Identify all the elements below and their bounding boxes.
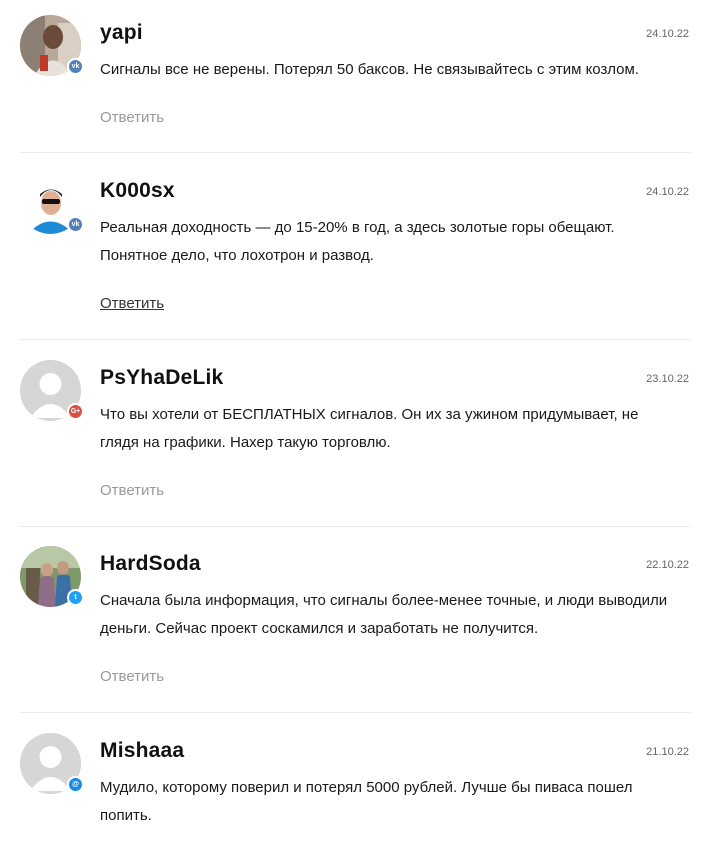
- comment-divider: [20, 712, 691, 713]
- comment-divider: [20, 152, 691, 153]
- comment-date: 24.10.22: [646, 186, 689, 198]
- comment-item: vk yapi 24.10.22 Сигналы все не верены. …: [0, 0, 715, 153]
- avatar[interactable]: G+: [20, 360, 84, 421]
- reply-button[interactable]: Ответить: [100, 668, 164, 685]
- comment-date: 21.10.22: [646, 746, 689, 758]
- comment-text: Сигналы все не верены. Потерял 50 баксов…: [100, 61, 639, 78]
- comment-author[interactable]: PsYhaDeLik: [100, 366, 223, 390]
- avatar[interactable]: t: [20, 546, 84, 607]
- comment-date: 22.10.22: [646, 559, 689, 571]
- comment-text: Реальная доходность — до 15-20% в год, а…: [100, 219, 615, 264]
- comment-item: vk K000sx 24.10.22 Реальная доходность —…: [0, 158, 715, 340]
- comment-text: Что вы хотели от БЕСПЛАТНЫХ сигналов. Он…: [100, 406, 639, 451]
- avatar[interactable]: @: [20, 733, 84, 794]
- comment-author[interactable]: yapi: [100, 21, 143, 45]
- comment-divider: [20, 526, 691, 527]
- comment-author[interactable]: HardSoda: [100, 552, 201, 576]
- mail-icon: @: [67, 776, 84, 793]
- comment-date: 23.10.22: [646, 373, 689, 385]
- comment-date: 24.10.22: [646, 28, 689, 40]
- comment-item: @ Mishaaa 21.10.22 Мудило, которому пове…: [0, 718, 715, 841]
- twitter-icon: t: [67, 589, 84, 606]
- comment-author[interactable]: K000sx: [100, 179, 175, 203]
- comment-text: Сначала была информация, что сигналы бол…: [100, 592, 668, 637]
- avatar[interactable]: vk: [20, 173, 84, 234]
- google-plus-icon: G+: [67, 403, 84, 420]
- avatar[interactable]: vk: [20, 15, 84, 76]
- comment-text: Мудило, которому поверил и потерял 5000 …: [100, 779, 633, 824]
- reply-button[interactable]: Ответить: [100, 295, 164, 312]
- comments-list: vk yapi 24.10.22 Сигналы все не верены. …: [0, 0, 715, 841]
- comment-item: t HardSoda 22.10.22 Сначала была информа…: [0, 531, 715, 713]
- comment-item: G+ PsYhaDeLik 23.10.22 Что вы хотели от …: [0, 345, 715, 527]
- comment-divider: [20, 339, 691, 340]
- reply-button[interactable]: Ответить: [100, 482, 164, 499]
- comment-author[interactable]: Mishaaa: [100, 739, 184, 763]
- vk-icon: vk: [67, 58, 84, 75]
- vk-icon: vk: [67, 216, 84, 233]
- reply-button[interactable]: Ответить: [100, 109, 164, 126]
